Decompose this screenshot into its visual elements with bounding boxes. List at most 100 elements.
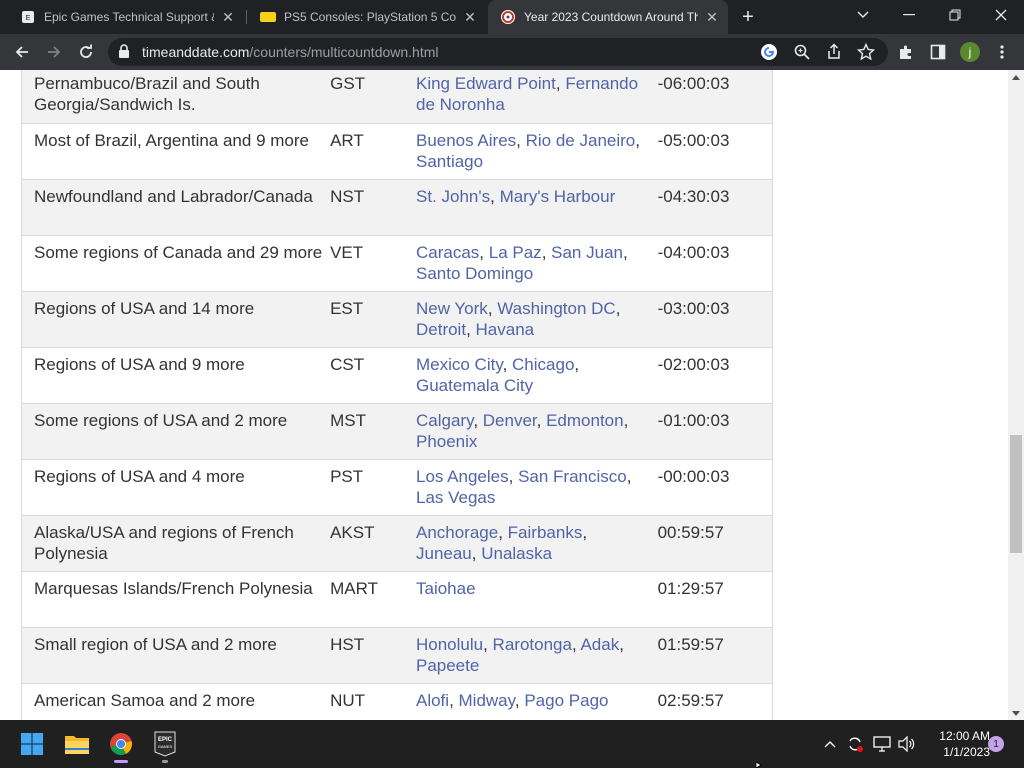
extensions-button[interactable]	[892, 38, 920, 66]
taskbar-clock[interactable]: 12:00 AM 1/1/2023	[922, 728, 990, 760]
reload-button[interactable]	[72, 38, 100, 66]
sync-icon	[849, 737, 863, 752]
file-explorer-icon	[65, 736, 89, 754]
tab-epic-support[interactable]: E Epic Games Technical Support & ✕	[8, 0, 244, 34]
city-link[interactable]: Las Vegas	[416, 488, 495, 507]
side-panel-icon	[930, 44, 946, 60]
close-tab-icon[interactable]: ✕	[462, 9, 478, 25]
separator: ,	[473, 410, 483, 430]
tab-ps5-consoles[interactable]: PS5 Consoles: PlayStation 5 Cons ✕	[248, 0, 486, 34]
city-link[interactable]: La Paz	[489, 243, 542, 262]
windows-start-icon	[21, 733, 43, 755]
share-icon[interactable]	[825, 43, 843, 66]
city-link[interactable]: Buenos Aires	[416, 131, 516, 150]
city-link[interactable]: King Edward Point	[416, 74, 556, 93]
city-link[interactable]: Santiago	[416, 152, 483, 171]
tab-year-2023-countdown[interactable]: Year 2023 Countdown Around Th ✕	[488, 0, 728, 34]
city-link[interactable]: Washington DC	[497, 299, 615, 318]
city-link[interactable]: Alofi	[416, 691, 449, 710]
show-hidden-icons-button[interactable]	[818, 732, 842, 756]
city-link[interactable]: Midway	[459, 691, 515, 710]
city-link[interactable]: St. John's	[416, 187, 490, 206]
close-tab-icon[interactable]: ✕	[704, 9, 720, 25]
city-link[interactable]: San Juan	[551, 243, 623, 262]
separator: ,	[487, 298, 498, 318]
city-link[interactable]: Rarotonga	[493, 635, 572, 654]
google-lens-icon[interactable]	[760, 43, 778, 66]
countdown-cell: -01:00:03	[657, 403, 773, 460]
city-link[interactable]: Juneau	[416, 544, 472, 563]
back-button[interactable]	[8, 38, 36, 66]
city-link[interactable]: Honolulu	[416, 635, 483, 654]
city-link[interactable]: Santo Domingo	[416, 264, 533, 283]
countdown-cell: -04:00:03	[657, 235, 773, 292]
city-link[interactable]: New York	[416, 299, 488, 318]
bookmark-star-icon[interactable]	[856, 42, 876, 66]
reload-icon	[80, 44, 92, 58]
svg-text:E: E	[26, 15, 31, 22]
epic-icon: E	[20, 9, 36, 25]
city-link[interactable]: Edmonton	[546, 411, 624, 430]
region-cell: Small region of USA and 2 more	[21, 627, 331, 684]
forward-button[interactable]	[40, 38, 68, 66]
scroll-thumb[interactable]	[1010, 435, 1022, 553]
city-link[interactable]: Caracas	[416, 243, 479, 262]
menu-button[interactable]	[988, 38, 1016, 66]
start-button[interactable]	[12, 724, 52, 764]
city-link[interactable]: Chicago	[512, 355, 574, 374]
new-tab-button[interactable]: +	[736, 5, 760, 29]
restore-icon	[949, 9, 961, 21]
profile-avatar[interactable]: j	[960, 42, 980, 62]
taskbar-file-explorer[interactable]	[57, 724, 97, 764]
city-link[interactable]: Pago Pago	[524, 691, 608, 710]
puzzle-icon	[900, 45, 911, 59]
side-panel-button[interactable]	[924, 38, 952, 66]
more-vertical-icon	[1000, 45, 1004, 59]
address-bar[interactable]: timeanddate.com/counters/multicountdown.…	[108, 38, 888, 66]
table-row: Small region of USA and 2 more HST Honolul…	[21, 627, 773, 684]
city-link[interactable]: Mexico City	[416, 355, 503, 374]
city-link[interactable]: Phoenix	[416, 432, 477, 451]
scroll-down-arrow[interactable]	[1008, 706, 1024, 720]
zoom-icon[interactable]	[793, 43, 811, 66]
notification-badge[interactable]: 1	[988, 736, 1004, 752]
city-link[interactable]: Unalaska	[481, 544, 552, 563]
clock-time: 12:00 AM	[939, 729, 990, 743]
taskbar-chrome[interactable]	[101, 724, 141, 764]
city-link[interactable]: San Francisco	[518, 467, 627, 486]
close-tab-icon[interactable]: ✕	[220, 9, 236, 25]
network-button[interactable]	[870, 732, 894, 756]
countdown-cell: -03:00:03	[657, 291, 773, 348]
countdown-cell: -05:00:03	[657, 123, 773, 180]
scroll-up-arrow[interactable]	[1008, 70, 1024, 84]
page-scrollbar[interactable]	[1008, 70, 1024, 720]
city-link[interactable]: Taiohae	[416, 579, 476, 598]
sync-status-button[interactable]	[843, 732, 867, 756]
city-link[interactable]: Rio de Janeiro	[526, 131, 636, 150]
city-link[interactable]: Guatemala City	[416, 376, 533, 395]
city-link[interactable]: Fairbanks	[508, 523, 583, 542]
taskbar-epic-games[interactable]: EPIC GAMES	[145, 724, 185, 764]
city-link[interactable]: Mary's Harbour	[500, 187, 616, 206]
cities-cell: King Edward Point, Fernando de Noronha	[415, 70, 658, 124]
city-link[interactable]: Calgary	[416, 411, 473, 430]
region-cell: Some regions of Canada and 29 more	[21, 235, 331, 292]
chevron-down-icon	[857, 11, 869, 18]
chevron-up-icon	[824, 741, 836, 748]
volume-button[interactable]	[895, 732, 919, 756]
region-cell: Some regions of USA and 2 more	[21, 403, 331, 460]
tab-search-button[interactable]	[840, 0, 886, 30]
city-link[interactable]: Anchorage	[416, 523, 498, 542]
region-cell: Regions of USA and 9 more	[21, 347, 331, 404]
countdown-cell: -02:00:03	[657, 347, 773, 404]
city-link[interactable]: Papeete	[416, 656, 479, 675]
minimize-button[interactable]	[886, 0, 932, 30]
city-link[interactable]: Denver	[483, 411, 537, 430]
city-link[interactable]: Los Angeles	[416, 467, 509, 486]
restore-button[interactable]	[932, 0, 978, 30]
timezone-abbr-cell: HST	[330, 627, 416, 684]
close-window-button[interactable]	[978, 0, 1024, 30]
city-link[interactable]: Havana	[476, 320, 535, 339]
city-link[interactable]: Adak	[580, 635, 619, 654]
city-link[interactable]: Detroit	[416, 320, 466, 339]
